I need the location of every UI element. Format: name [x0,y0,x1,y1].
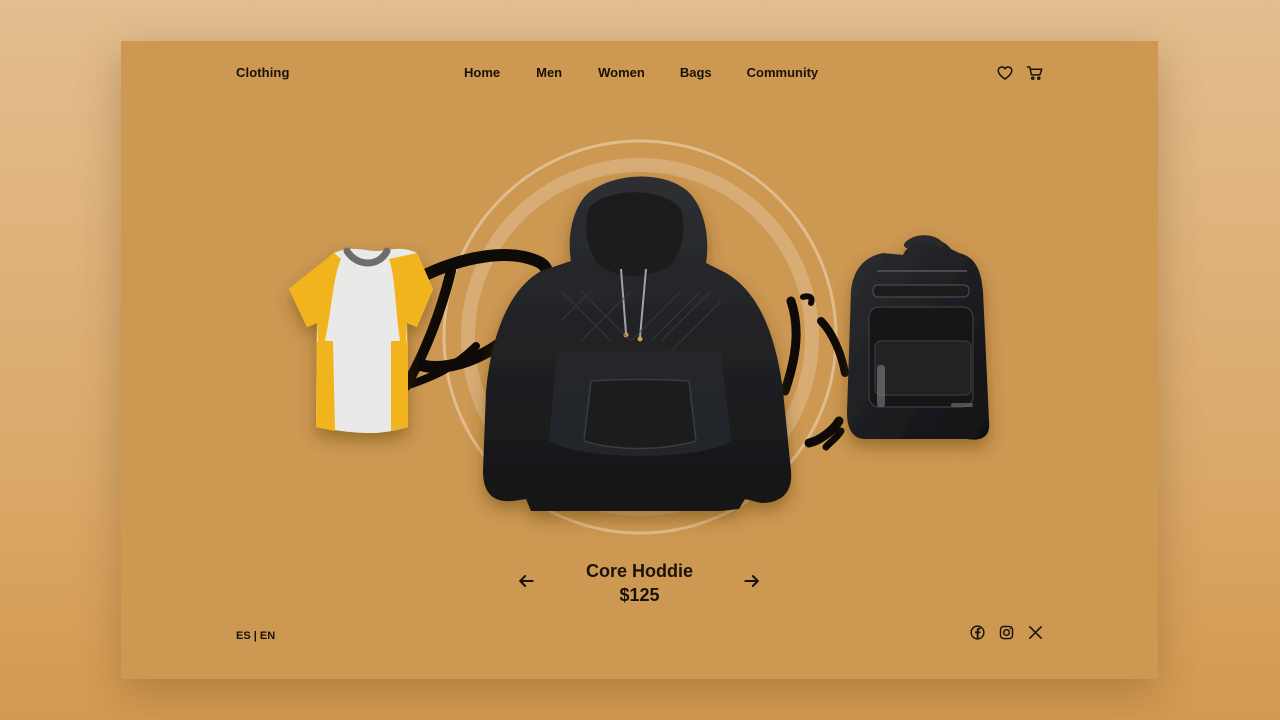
lang-separator: | [253,630,257,642]
next-arrow-icon[interactable] [742,571,762,591]
social-links [969,624,1044,641]
lang-es[interactable]: ES [236,630,251,642]
lang-en[interactable]: EN [260,630,275,642]
product-name: Core Hoddie [585,561,693,581]
hero-card: Clothing Home Men Women Bags Community C… [121,41,1158,679]
language-switcher: ES | EN [236,630,275,642]
instagram-icon[interactable] [998,624,1015,641]
product-price: $125 [619,585,660,605]
x-icon[interactable] [1027,624,1044,641]
hero-stage [289,139,990,535]
backpack-product[interactable] [847,235,990,440]
hoodie-product[interactable] [483,176,792,511]
tshirt-product[interactable] [289,247,433,433]
facebook-icon[interactable] [969,624,986,641]
